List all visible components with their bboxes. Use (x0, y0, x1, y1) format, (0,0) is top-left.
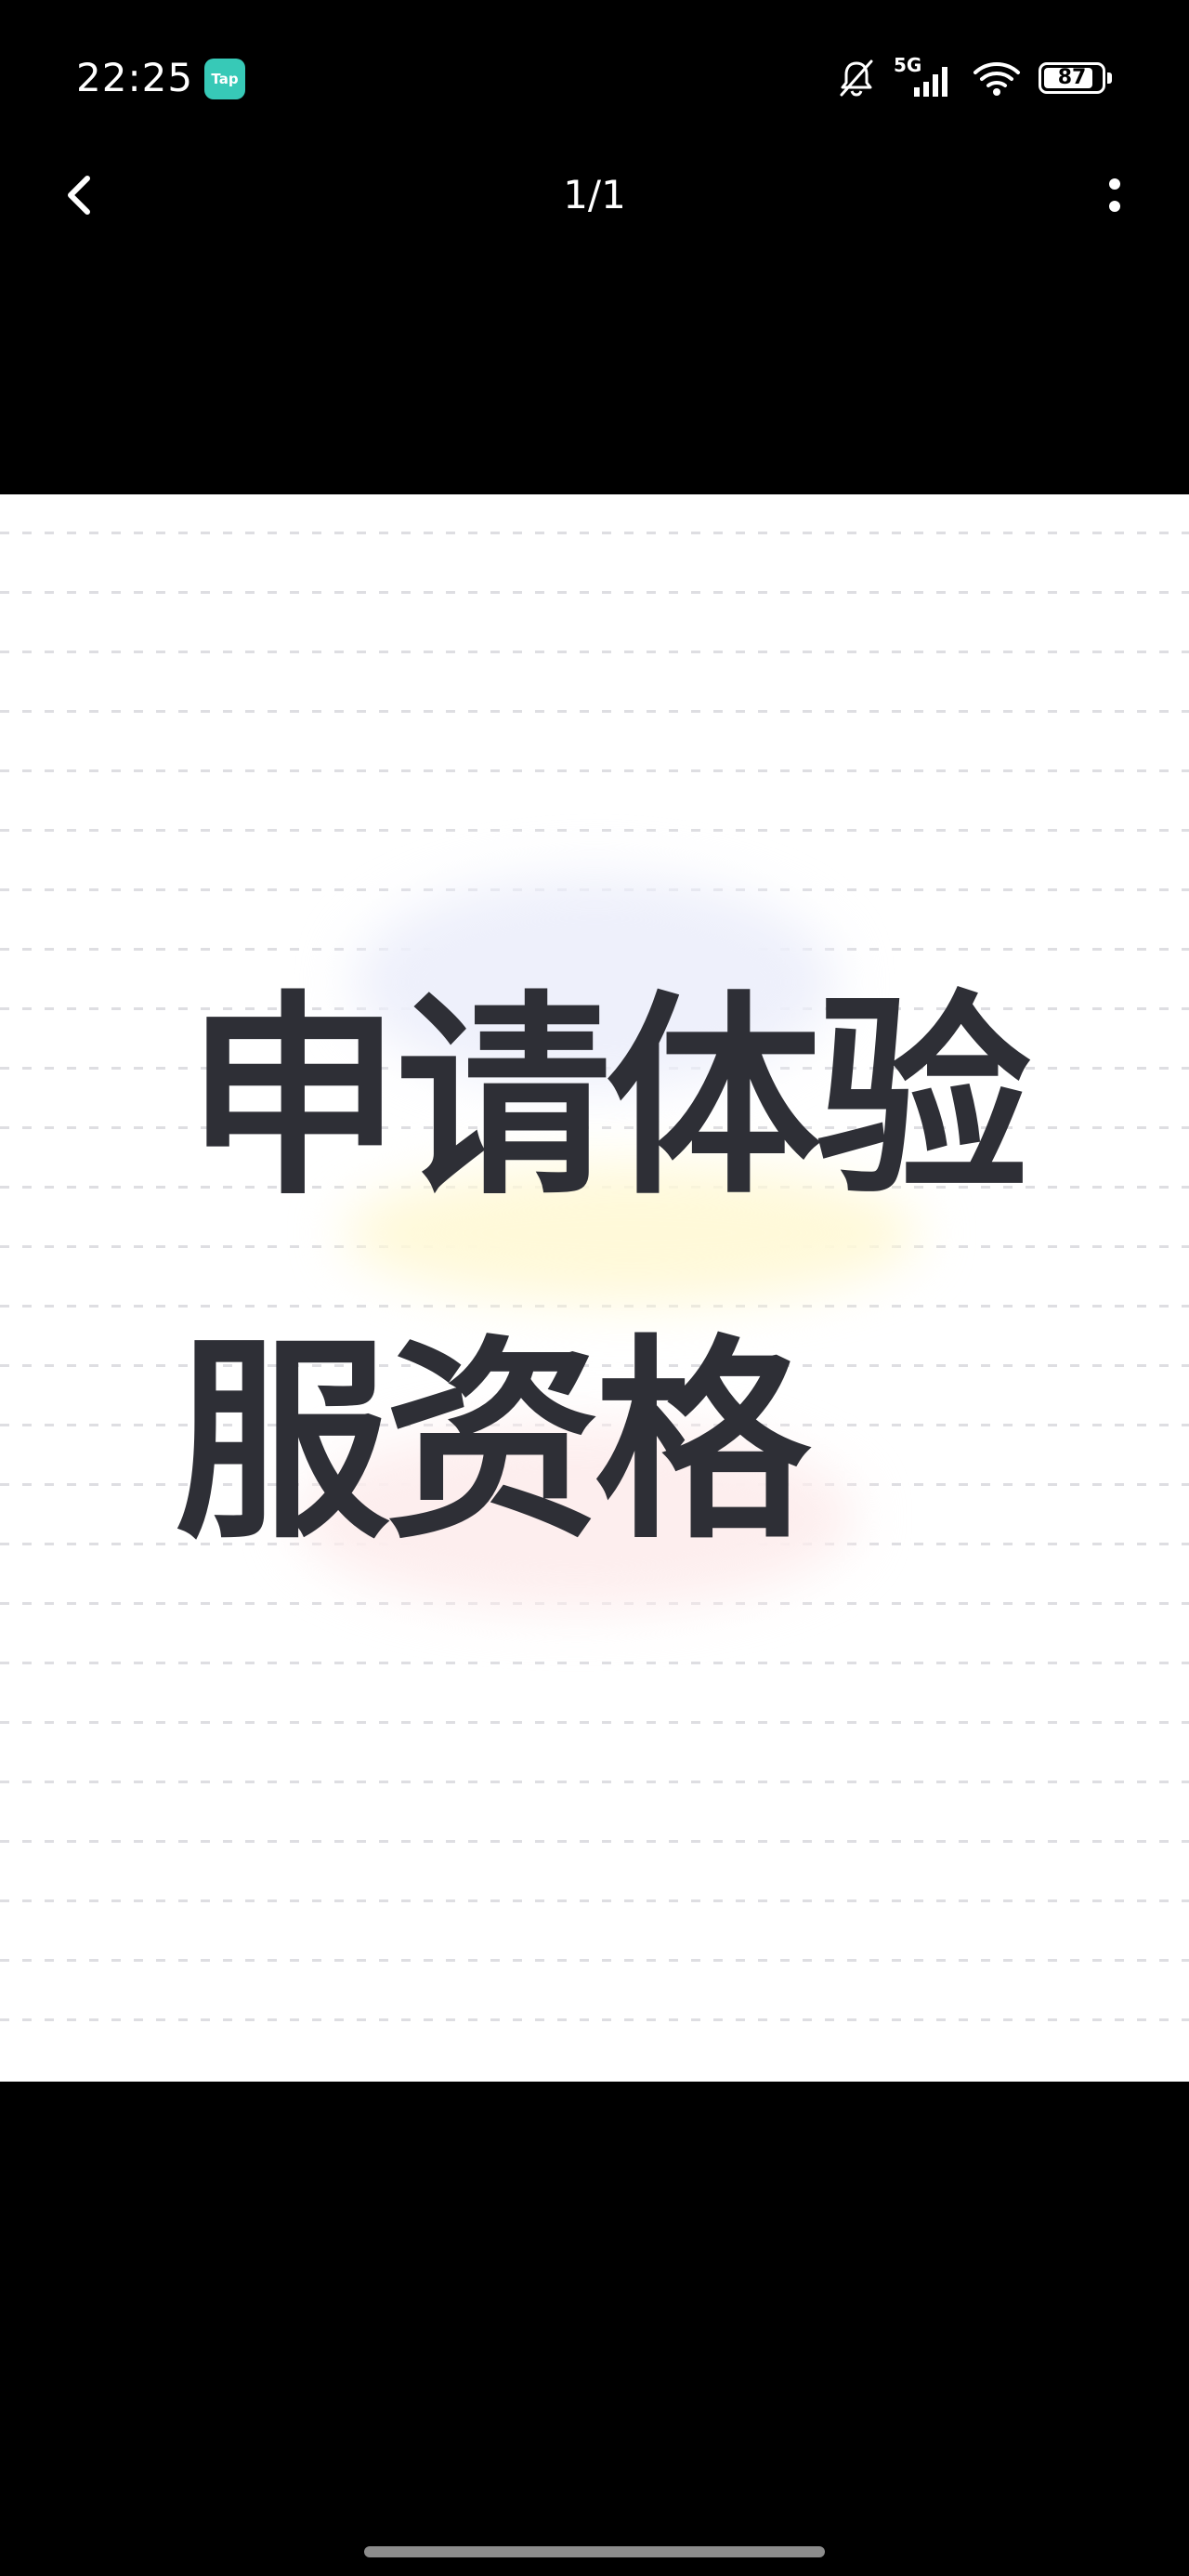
dashed-rule (0, 1305, 1189, 1308)
dashed-rule (0, 710, 1189, 713)
image-viewer[interactable]: 申请体验 服资格 (0, 494, 1189, 2082)
viewer-toolbar: 1/1 (0, 156, 1189, 234)
dashed-rule (0, 1899, 1189, 1902)
muted-bell-icon (836, 58, 877, 99)
headline-line-2: 服资格 (175, 1317, 810, 1568)
wifi-icon (972, 58, 1022, 99)
dashed-rule (0, 591, 1189, 594)
cellular-signal-icon: 5G (894, 54, 955, 99)
more-options-button[interactable] (1092, 165, 1137, 225)
battery-level: 87 (1057, 66, 1087, 89)
dashed-rule (0, 2018, 1189, 2021)
dashed-rule (0, 1721, 1189, 1724)
dashed-rule (0, 769, 1189, 772)
dashed-rule (0, 829, 1189, 832)
tap-app-icon: Tap (204, 59, 245, 99)
dashed-rule (0, 1781, 1189, 1783)
dashed-rule (0, 1959, 1189, 1962)
headline-line-1: 申请体验 (186, 973, 1031, 1224)
dashed-rule (0, 1840, 1189, 1843)
battery-icon: 87 (1039, 62, 1112, 94)
more-vertical-icon (1109, 178, 1120, 212)
status-time: 22:25 (76, 55, 194, 100)
dashed-rule (0, 1662, 1189, 1664)
home-indicator[interactable] (364, 2546, 825, 2557)
dashed-rule (0, 532, 1189, 534)
status-icons: 5G 87 (836, 54, 1113, 102)
dashed-rule (0, 651, 1189, 653)
page-counter: 1/1 (563, 172, 626, 217)
status-bar: 22:25 Tap 5G 87 (0, 0, 1189, 156)
